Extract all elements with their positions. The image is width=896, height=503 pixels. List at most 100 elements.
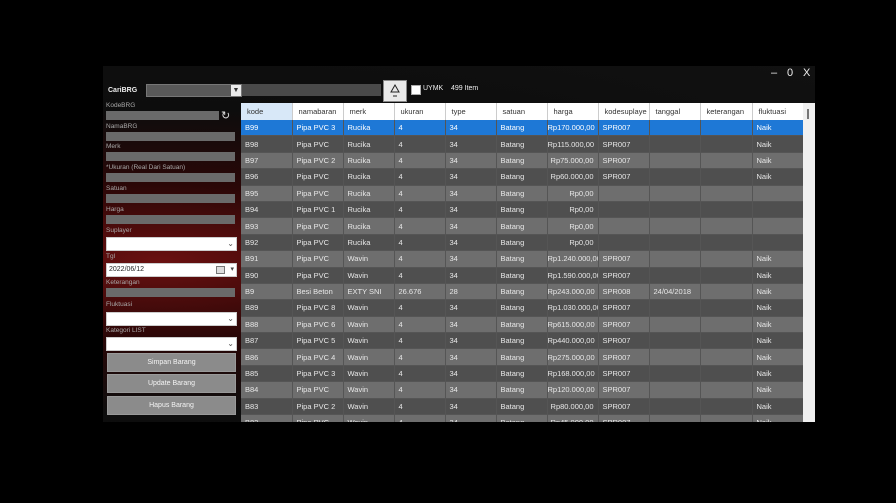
table-cell[interactable]: SPR007 [598,120,650,137]
table-cell[interactable]: SPR007 [598,414,650,422]
table-cell[interactable]: 4 [394,299,446,317]
nama-input[interactable] [106,132,235,141]
table-cell[interactable] [752,201,803,219]
table-cell[interactable]: B91 [241,250,293,268]
table-cell[interactable]: 34 [445,201,497,219]
column-header[interactable]: namabaran [292,103,344,120]
table-cell[interactable]: Pipa PVC [292,414,344,422]
column-header[interactable]: ukuran [394,103,446,120]
table-cell[interactable] [649,217,701,235]
column-header[interactable]: tanggal [649,103,701,120]
table-row[interactable]: B93 Pipa PVC Rucika 4 34 Batang Rp0,00 [241,217,803,235]
table-cell[interactable]: 34 [445,267,497,284]
table-cell[interactable]: B9 [241,283,293,301]
table-cell[interactable]: Wavin [343,316,395,334]
table-cell[interactable]: Naik [752,267,803,284]
table-cell[interactable]: 4 [394,267,446,284]
table-cell[interactable]: Batang [496,217,548,235]
table-cell[interactable]: Rucika [343,168,395,186]
scroll-thumb[interactable] [807,109,809,119]
table-row[interactable]: B95 Pipa PVC Rucika 4 34 Batang Rp0,00 [241,185,803,202]
table-cell[interactable]: Besi Beton [292,283,344,301]
table-cell[interactable]: 34 [445,135,497,153]
table-cell[interactable]: Pipa PVC 3 [292,365,344,383]
table-cell[interactable]: 4 [394,135,446,153]
simpan-button[interactable]: Simpan Barang [107,353,236,372]
table-cell[interactable]: Rucika [343,217,395,235]
table-cell[interactable]: Wavin [343,414,395,422]
table-cell[interactable]: Batang [496,381,548,399]
table-cell[interactable]: 34 [445,381,497,399]
table-cell[interactable]: Rucika [343,135,395,153]
table-cell[interactable]: 4 [394,250,446,268]
table-cell[interactable]: Wavin [343,365,395,383]
table-cell[interactable]: 34 [445,168,497,186]
table-cell[interactable] [598,217,650,235]
table-cell[interactable] [700,152,753,170]
table-cell[interactable]: B84 [241,381,293,399]
table-cell[interactable]: EXTY SNI [343,283,395,301]
table-cell[interactable]: 34 [445,316,497,334]
table-cell[interactable]: Batang [496,398,548,416]
satuan-input[interactable] [106,194,235,203]
table-cell[interactable]: SPR008 [598,283,650,301]
table-cell[interactable]: Rp115.000,00 [547,135,599,153]
table-cell[interactable]: Batang [496,316,548,334]
table-cell[interactable] [649,250,701,268]
table-cell[interactable]: SPR007 [598,250,650,268]
table-cell[interactable]: Wavin [343,332,395,350]
table-cell[interactable]: 34 [445,185,497,202]
fluktuasi-select[interactable]: ⌄ [106,312,237,326]
chevron-down-icon[interactable]: ▾ [230,265,234,273]
table-cell[interactable]: Rp1.030.000,00 [547,299,599,317]
table-cell[interactable] [700,267,753,284]
table-cell[interactable]: Pipa PVC 5 [292,332,344,350]
column-header[interactable]: harga [547,103,599,120]
table-cell[interactable] [649,201,701,219]
table-cell[interactable]: Naik [752,316,803,334]
table-cell[interactable]: 4 [394,348,446,366]
table-cell[interactable]: Rp45.000,00 [547,414,599,422]
table-cell[interactable] [700,381,753,399]
table-cell[interactable]: Pipa PVC [292,250,344,268]
table-row[interactable]: B86 Pipa PVC 4 Wavin 4 34 Batang Rp275.000,00 S… [241,348,803,366]
table-cell[interactable]: Rp80.000,00 [547,398,599,416]
column-header[interactable]: kode [241,103,293,120]
table-cell[interactable]: Batang [496,250,548,268]
table-cell[interactable]: Pipa PVC 4 [292,348,344,366]
table-cell[interactable] [649,168,701,186]
harga-input[interactable] [106,215,235,224]
kode-input[interactable] [106,111,219,120]
table-cell[interactable]: Wavin [343,250,395,268]
table-cell[interactable]: SPR007 [598,152,650,170]
table-cell[interactable]: Pipa PVC [292,217,344,235]
table-cell[interactable] [649,234,701,252]
hapus-button[interactable]: Hapus Barang [107,396,236,415]
table-cell[interactable]: Rp1.590.000,00 [547,267,599,284]
table-cell[interactable]: Naik [752,414,803,422]
table-row[interactable]: B88 Pipa PVC 6 Wavin 4 34 Batang Rp615.000,00 S… [241,316,803,334]
reset-button[interactable] [383,80,407,102]
table-cell[interactable]: B92 [241,234,293,252]
table-cell[interactable]: Batang [496,168,548,186]
update-button[interactable]: Update Barang [107,374,236,393]
table-cell[interactable]: Pipa PVC 2 [292,398,344,416]
table-cell[interactable]: 34 [445,217,497,235]
table-cell[interactable]: B99 [241,120,293,137]
table-cell[interactable]: 4 [394,168,446,186]
table-cell[interactable] [700,120,753,137]
table-cell[interactable]: Pipa PVC [292,234,344,252]
table-cell[interactable]: B97 [241,152,293,170]
table-cell[interactable]: Rp75.000,00 [547,152,599,170]
table-cell[interactable]: Rp168.000,00 [547,365,599,383]
table-cell[interactable]: SPR007 [598,381,650,399]
table-cell[interactable] [700,316,753,334]
table-cell[interactable]: 28 [445,283,497,301]
data-grid[interactable]: kode namabaran merk ukuran type satuan harga ko… [241,103,803,422]
table-cell[interactable]: Pipa PVC 6 [292,316,344,334]
table-cell[interactable]: Naik [752,120,803,137]
table-cell[interactable]: Rucika [343,234,395,252]
table-cell[interactable]: Pipa PVC [292,267,344,284]
table-cell[interactable]: Pipa PVC 2 [292,152,344,170]
table-row[interactable]: B90 Pipa PVC Wavin 4 34 Batang Rp1.590.000,00 S… [241,267,803,284]
